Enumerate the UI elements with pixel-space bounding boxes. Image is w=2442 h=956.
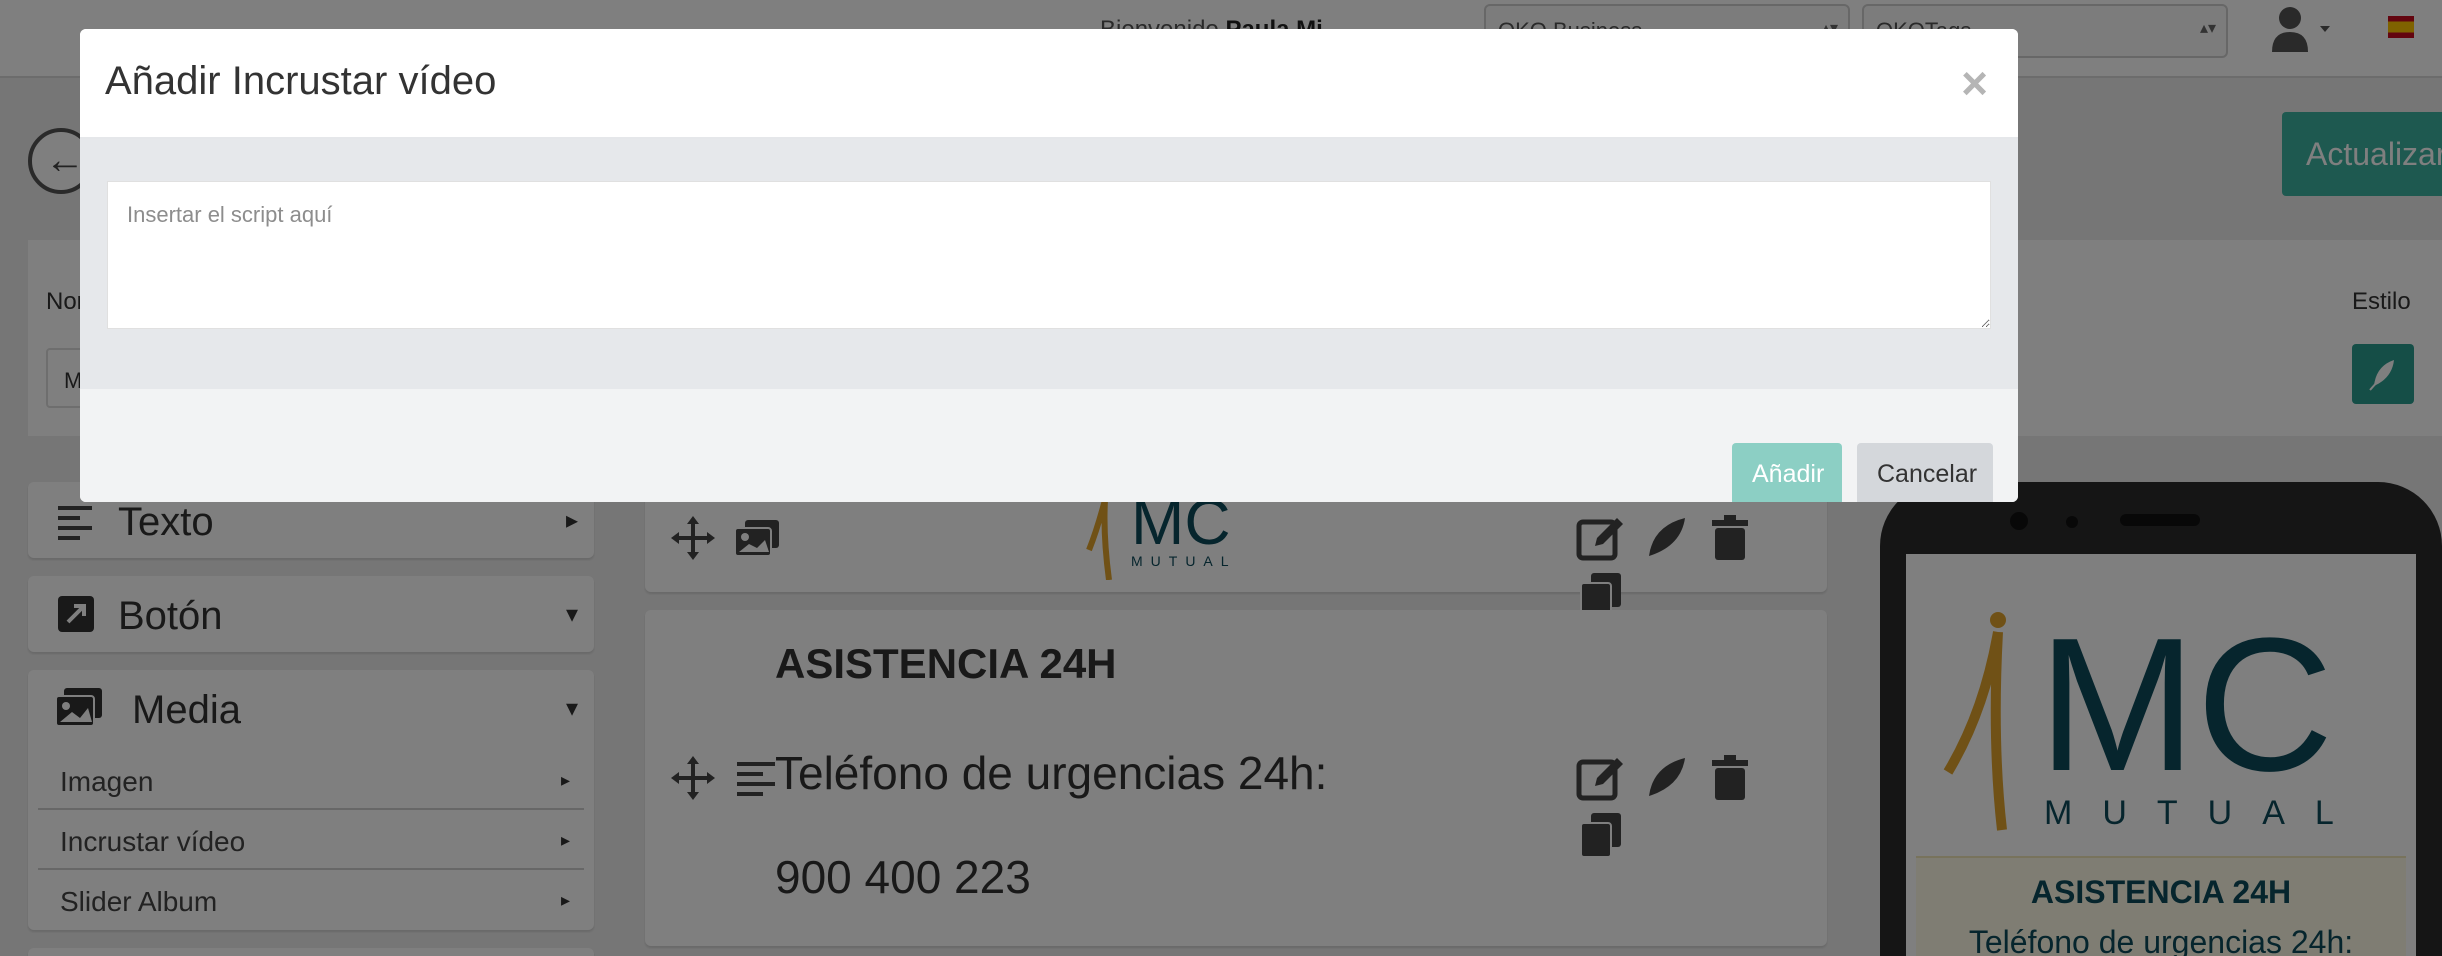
script-textarea[interactable] [107,181,1991,329]
cancel-button[interactable]: Cancelar [1857,443,1993,502]
modal-title: Añadir Incrustar vídeo [105,59,497,103]
modal-footer: Añadir Cancelar [80,389,2018,502]
modal-header: Añadir Incrustar vídeo × [80,29,2018,139]
add-button[interactable]: Añadir [1732,443,1842,502]
embed-video-modal: Añadir Incrustar vídeo × Añadir Cancelar [80,29,2018,502]
close-icon[interactable]: × [1961,60,1988,106]
modal-body [80,139,2018,419]
